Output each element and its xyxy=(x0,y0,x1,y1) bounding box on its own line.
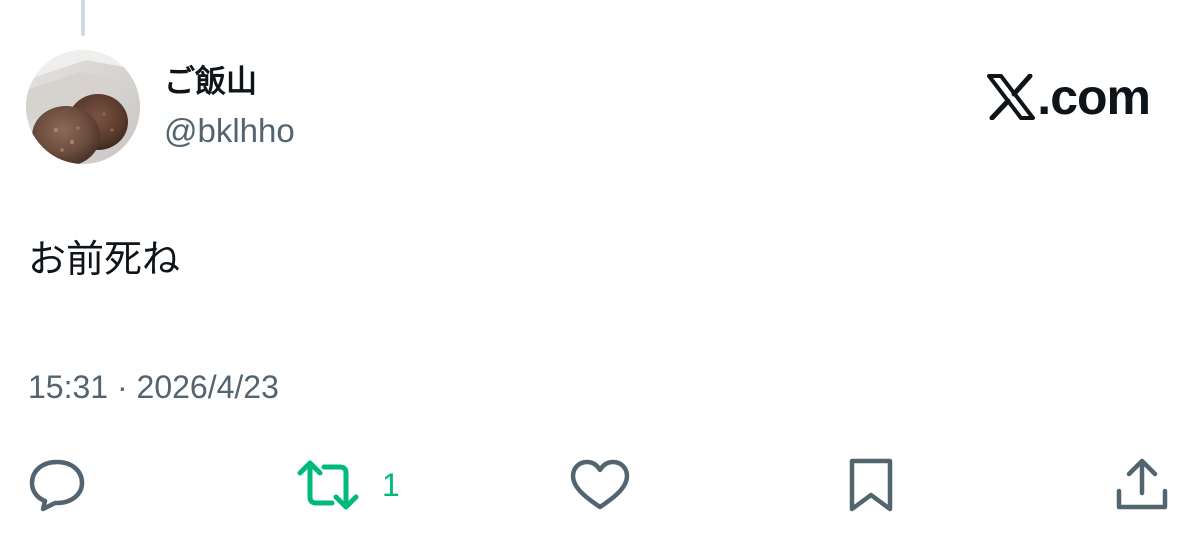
brand-domain-text: .com xyxy=(1037,69,1151,125)
thread-connector-line xyxy=(81,0,85,36)
author-handle[interactable]: @bklhho xyxy=(164,111,295,151)
repost-count: 1 xyxy=(382,467,400,503)
post-timestamp[interactable]: 15:31 · 2026/4/23 xyxy=(28,367,279,407)
reply-button[interactable] xyxy=(28,452,86,518)
share-icon xyxy=(1116,458,1168,510)
brand-watermark: .com xyxy=(987,69,1151,125)
avatar-image xyxy=(26,50,140,164)
repost-icon xyxy=(297,460,359,510)
bookmark-button[interactable] xyxy=(846,452,896,518)
heart-icon xyxy=(570,459,630,510)
post-text: お前死ね xyxy=(28,237,181,281)
repost-button[interactable]: 1 xyxy=(296,452,400,518)
bookmark-icon xyxy=(849,458,893,512)
reply-icon xyxy=(29,459,85,512)
share-button[interactable] xyxy=(1114,452,1170,518)
avatar[interactable] xyxy=(26,50,140,164)
x-logo-icon xyxy=(987,74,1036,120)
like-button[interactable] xyxy=(570,452,630,518)
post-action-bar: 1 xyxy=(0,452,1200,522)
author-display-name[interactable]: ご飯山 xyxy=(164,62,257,102)
